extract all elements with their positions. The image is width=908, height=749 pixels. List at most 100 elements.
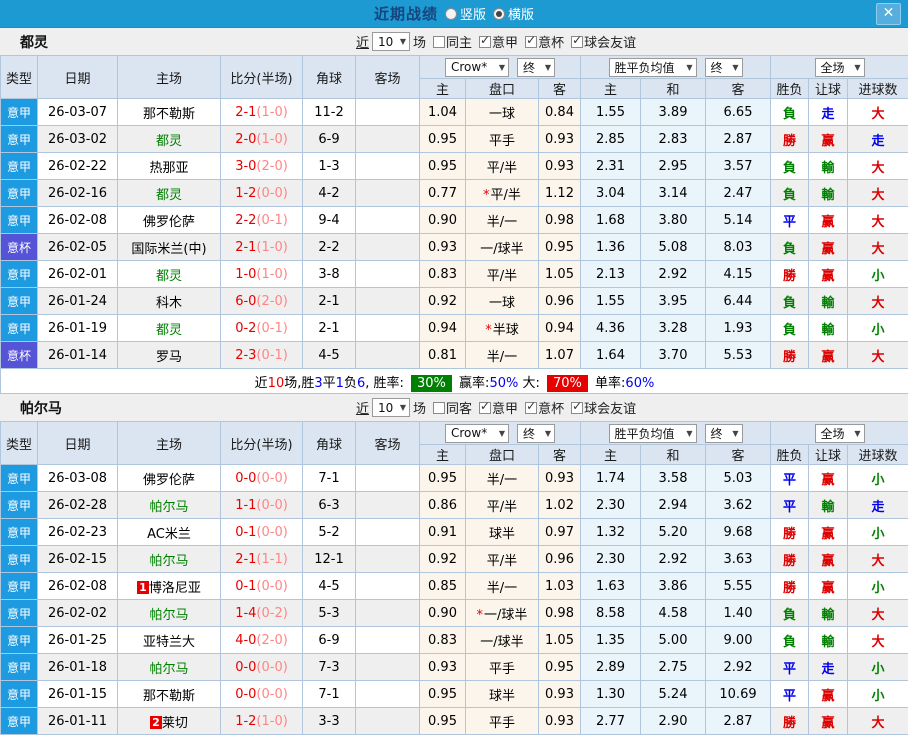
corner-stat: 2-1 bbox=[302, 314, 356, 342]
halftime-score: (1-0) bbox=[256, 266, 288, 282]
result-handicap: 赢 bbox=[808, 125, 848, 153]
col-header-score: 比分(半场) bbox=[220, 421, 303, 465]
score-cell: 3-0(2-0) bbox=[220, 152, 303, 180]
halftime-score: (0-1) bbox=[256, 320, 288, 336]
score-value: 0-0 bbox=[235, 686, 257, 702]
match-count-value: 10 bbox=[378, 34, 394, 49]
radio-icon[interactable] bbox=[444, 7, 457, 20]
result-outcome: 負 bbox=[770, 599, 809, 627]
rate-badge: 30% bbox=[411, 374, 452, 392]
away-team-cell bbox=[355, 260, 420, 288]
col-header-avg-home: 主 bbox=[580, 444, 641, 465]
layout-vertical-radio[interactable]: 竖版 bbox=[444, 4, 486, 23]
wdl-avg-select[interactable]: 胜平负均值 ▼ bbox=[608, 423, 697, 443]
friendly-checkbox[interactable] bbox=[571, 399, 584, 414]
serie-a-checkbox[interactable] bbox=[479, 33, 492, 48]
away-odds: 1.12 bbox=[538, 179, 581, 207]
result-handicap: 赢 bbox=[808, 680, 848, 708]
halftime-score: (0-0) bbox=[256, 686, 288, 702]
serie-a-label: 意甲 bbox=[492, 36, 519, 51]
avg-away-odds: 5.53 bbox=[705, 341, 771, 369]
result-handicap: 輸 bbox=[808, 599, 848, 627]
home-team-cell: 那不勒斯 bbox=[117, 680, 221, 708]
bookmaker-select[interactable]: Crow* ▼ bbox=[445, 423, 509, 443]
match-date: 26-02-08 bbox=[37, 206, 118, 234]
fulltime-select[interactable]: 全场 ▼ bbox=[814, 57, 865, 77]
final-odds-select[interactable]: 终 ▼ bbox=[517, 57, 555, 77]
home-team-cell: AC米兰 bbox=[117, 518, 221, 546]
fulltime-select[interactable]: 全场 ▼ bbox=[814, 423, 865, 443]
close-icon: ✕ bbox=[882, 5, 895, 21]
home-odds: 0.81 bbox=[419, 341, 466, 369]
halftime-score: (2-0) bbox=[256, 158, 288, 174]
handicap-line: 平/半 bbox=[465, 260, 539, 288]
fulltime-value: 全场 bbox=[820, 426, 845, 441]
home-team-cell: 热那亚 bbox=[117, 152, 221, 180]
match-count-select[interactable]: 10 ▼ bbox=[372, 398, 411, 417]
friendly-checkbox[interactable] bbox=[571, 33, 584, 48]
coppa-checkbox[interactable] bbox=[525, 33, 538, 48]
result-handicap: 赢 bbox=[808, 572, 848, 600]
col-header-avg-away: 客 bbox=[705, 444, 771, 465]
same-venue-label: 同主 bbox=[446, 36, 473, 51]
col-header-odds-away: 客 bbox=[538, 444, 581, 465]
score-cell: 0-0(0-0) bbox=[220, 653, 303, 681]
avg-draw-odds: 5.24 bbox=[640, 680, 706, 708]
final-avg-select[interactable]: 终 ▼ bbox=[704, 57, 743, 77]
result-outcome: 平 bbox=[770, 653, 809, 681]
serie-a-checkbox[interactable] bbox=[479, 399, 492, 414]
col-header-let-goal: 让球 bbox=[808, 444, 848, 465]
result-goals: 小 bbox=[847, 572, 908, 600]
avg-home-odds: 1.55 bbox=[580, 287, 641, 315]
final-avg-select[interactable]: 终 ▼ bbox=[704, 423, 743, 443]
col-header-away: 客场 bbox=[355, 421, 420, 465]
team-name: 帕尔马 bbox=[149, 661, 189, 677]
friendly-label: 球会友谊 bbox=[584, 402, 637, 417]
recent-results-panel: 近期战绩 竖版 横版 ✕ 都灵 近 10 ▼ 场 同主 意甲 bbox=[0, 0, 908, 749]
avg-home-odds: 1.55 bbox=[580, 98, 641, 126]
match-count-select[interactable]: 10 ▼ bbox=[372, 32, 411, 51]
score-cell: 1-2(1-0) bbox=[220, 707, 303, 735]
avg-draw-odds: 3.70 bbox=[640, 341, 706, 369]
home-team-cell: 1 博洛尼亚 bbox=[117, 572, 221, 600]
away-odds: 0.93 bbox=[538, 125, 581, 153]
same-venue-checkbox[interactable] bbox=[433, 401, 446, 414]
chevron-down-icon: ▼ bbox=[732, 428, 739, 438]
bookmaker-select[interactable]: Crow* ▼ bbox=[445, 57, 509, 77]
avg-away-odds: 5.03 bbox=[705, 464, 771, 492]
score-cell: 1-2(0-0) bbox=[220, 179, 303, 207]
handicap-group-header: Crow* ▼ 终 ▼ bbox=[419, 421, 581, 445]
away-team-cell bbox=[355, 707, 420, 735]
team-name: 帕尔马 bbox=[149, 499, 189, 515]
home-odds: 0.95 bbox=[419, 152, 466, 180]
serie-a-label: 意甲 bbox=[492, 402, 519, 417]
score-value: 0-0 bbox=[235, 470, 257, 486]
avg-draw-odds: 2.92 bbox=[640, 545, 706, 573]
corner-stat: 2-2 bbox=[302, 233, 356, 261]
same-venue-checkbox[interactable] bbox=[433, 35, 446, 48]
wdl-avg-select[interactable]: 胜平负均值 ▼ bbox=[608, 57, 697, 77]
avg-draw-odds: 2.83 bbox=[640, 125, 706, 153]
league-type-badge: 意甲 bbox=[0, 518, 38, 546]
friendly-label: 球会友谊 bbox=[584, 36, 637, 51]
summary-text: 近 bbox=[254, 375, 268, 391]
layout-horizontal-radio[interactable]: 横版 bbox=[493, 4, 534, 23]
radio-icon[interactable] bbox=[493, 7, 505, 20]
score-cell: 0-0(0-0) bbox=[220, 680, 303, 708]
bookmaker-value: Crow* bbox=[451, 60, 488, 74]
col-header-avg-draw: 和 bbox=[640, 444, 706, 465]
match-row: 意甲 26-01-11 2 莱切 1-2(1-0) 3-3 0.95 平手 0.9… bbox=[0, 707, 908, 735]
final-odds-select[interactable]: 终 ▼ bbox=[517, 423, 555, 443]
avg-away-odds: 6.65 bbox=[705, 98, 771, 126]
handicap-line: *平/半 bbox=[465, 179, 539, 207]
coppa-checkbox[interactable] bbox=[525, 399, 538, 414]
score-cell: 6-0(2-0) bbox=[220, 287, 303, 315]
result-outcome: 平 bbox=[770, 464, 809, 492]
col-header-type: 类型 bbox=[0, 421, 38, 465]
away-odds: 1.05 bbox=[538, 260, 581, 288]
away-team-cell bbox=[355, 518, 420, 546]
handicap-line: 半/一 bbox=[465, 206, 539, 234]
result-goals: 大 bbox=[847, 179, 908, 207]
close-button[interactable]: ✕ bbox=[876, 3, 901, 25]
league-type-badge: 意甲 bbox=[0, 98, 38, 126]
